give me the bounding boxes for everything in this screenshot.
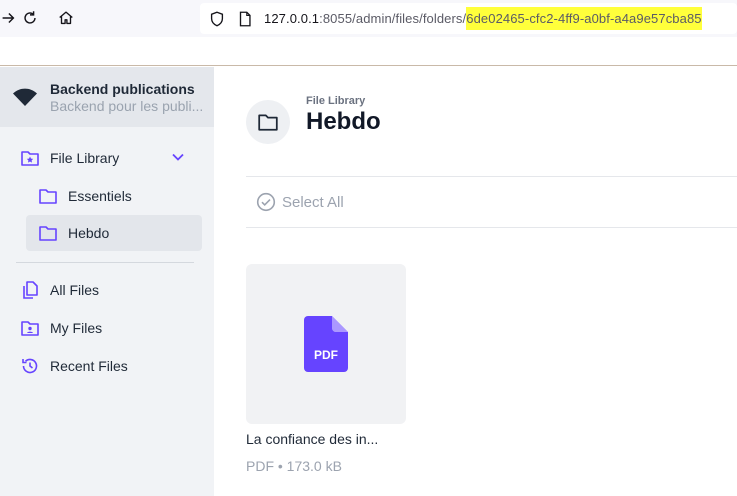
sidebar-item-label: Recent Files bbox=[50, 358, 128, 374]
sidebar-item-folder-hebdo[interactable]: Hebdo bbox=[26, 215, 202, 251]
history-icon bbox=[22, 358, 38, 374]
url-path: :8055/admin/files/folders/ bbox=[319, 11, 467, 26]
sidebar-item-folder-essentiels[interactable]: Essentiels bbox=[38, 178, 132, 214]
page-info-icon[interactable] bbox=[236, 10, 254, 28]
divider bbox=[246, 227, 737, 228]
wifi-logo-icon bbox=[13, 88, 37, 106]
file-card[interactable]: PDF bbox=[246, 264, 406, 424]
pdf-icon: PDF bbox=[304, 316, 348, 372]
chevron-down-icon[interactable] bbox=[170, 149, 186, 165]
home-icon[interactable] bbox=[56, 8, 76, 28]
url-text[interactable]: 127.0.0.1:8055/admin/files/folders/6de02… bbox=[264, 7, 702, 30]
forward-arrow-icon[interactable] bbox=[0, 8, 18, 28]
sidebar: Backend publications Backend pour les pu… bbox=[0, 67, 214, 496]
project-title: Backend publications bbox=[50, 81, 195, 97]
sidebar-item-recent-files[interactable]: Recent Files bbox=[20, 348, 128, 384]
sidebar-item-my-files[interactable]: My Files bbox=[20, 310, 102, 346]
url-host: 127.0.0.1 bbox=[264, 11, 320, 26]
select-all-label: Select All bbox=[282, 193, 344, 211]
reload-icon[interactable] bbox=[20, 8, 40, 28]
folder-icon bbox=[39, 189, 57, 204]
files-icon bbox=[23, 281, 38, 299]
file-meta: PDF • 173.0 kB bbox=[246, 458, 342, 474]
sidebar-divider bbox=[16, 262, 194, 263]
folder-special-icon bbox=[21, 151, 39, 166]
page-title: Hebdo bbox=[306, 108, 381, 135]
sidebar-item-label: Hebdo bbox=[68, 225, 110, 241]
pdf-icon-label: PDF bbox=[314, 348, 338, 362]
select-all-button[interactable]: Select All bbox=[256, 192, 344, 212]
sidebar-item-label: All Files bbox=[50, 282, 100, 298]
address-bar[interactable]: 127.0.0.1:8055/admin/files/folders/6de02… bbox=[200, 3, 737, 34]
browser-toolbar: 127.0.0.1:8055/admin/files/folders/6de02… bbox=[0, 0, 737, 37]
divider bbox=[246, 176, 737, 177]
folder-icon bbox=[258, 114, 278, 131]
sidebar-item-label: My Files bbox=[50, 320, 103, 336]
sidebar-item-file-library[interactable]: File Library bbox=[20, 140, 119, 176]
project-subtitle: Backend pour les publi... bbox=[50, 98, 204, 114]
bookmarks-area bbox=[0, 37, 737, 66]
folder-user-icon bbox=[21, 321, 39, 336]
project-header[interactable]: Backend publications Backend pour les pu… bbox=[0, 67, 214, 127]
breadcrumb[interactable]: File Library bbox=[306, 95, 365, 107]
check-circle-icon bbox=[256, 192, 276, 212]
shield-icon[interactable] bbox=[208, 10, 226, 28]
folder-badge bbox=[246, 100, 290, 144]
url-highlight: 6de02465-cfc2-4ff9-a0bf-a4a9e57cba85 bbox=[466, 7, 702, 30]
sidebar-item-label: File Library bbox=[50, 150, 120, 166]
sidebar-item-label: Essentiels bbox=[68, 188, 132, 204]
folder-icon bbox=[39, 226, 57, 241]
sidebar-item-all-files[interactable]: All Files bbox=[20, 272, 99, 308]
file-name[interactable]: La confiance des in... bbox=[246, 431, 378, 447]
